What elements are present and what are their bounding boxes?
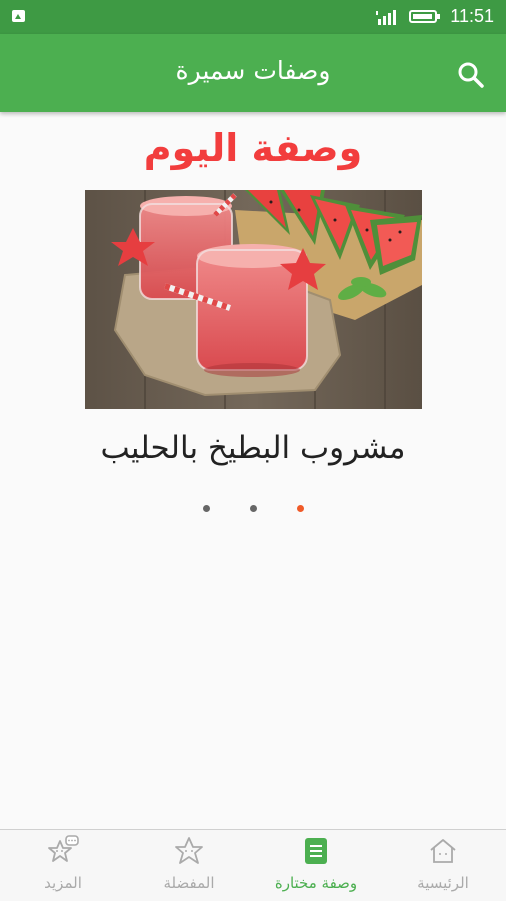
search-icon[interactable]	[456, 60, 486, 90]
app-title: وصفات سميرة	[175, 56, 331, 85]
nav-label-favorites: المفضلة	[163, 874, 215, 892]
more-chat-icon	[48, 835, 79, 862]
nav-item-more[interactable]: المزيد	[0, 830, 126, 901]
nav-item-selected-recipe[interactable]: وصفة مختارة	[253, 830, 379, 901]
nav-item-home[interactable]: الرئيسية	[380, 830, 506, 901]
pager-dot[interactable]	[250, 505, 257, 512]
status-bar: 11:51	[0, 0, 506, 34]
recipe-of-the-day-heading: وصفة اليوم	[143, 126, 363, 170]
star-icon	[175, 837, 203, 864]
app-bar: وصفات سميرة	[0, 34, 506, 112]
recipe-title[interactable]: مشروب البطيخ بالحليب	[0, 430, 506, 466]
nav-item-favorites[interactable]: المفضلة	[126, 830, 252, 901]
bottom-navigation: المزيد المفضلة وصفة مختارة الرئيسية	[0, 829, 506, 901]
nav-label-home: الرئيسية	[417, 874, 469, 892]
pager-dot[interactable]	[203, 505, 210, 512]
image-notification-icon	[12, 10, 25, 22]
pager-dot-active[interactable]	[297, 505, 304, 512]
home-icon	[430, 839, 456, 863]
battery-icon	[409, 10, 440, 23]
recipe-image[interactable]	[85, 190, 422, 409]
carousel-pager	[0, 505, 506, 515]
list-icon	[305, 838, 327, 864]
status-time: 11:51	[450, 6, 494, 26]
signal-icon	[376, 10, 396, 25]
nav-label-selected-recipe: وصفة مختارة	[274, 874, 358, 892]
watermelon-drink-photo	[85, 190, 422, 409]
nav-label-more: المزيد	[44, 874, 82, 892]
